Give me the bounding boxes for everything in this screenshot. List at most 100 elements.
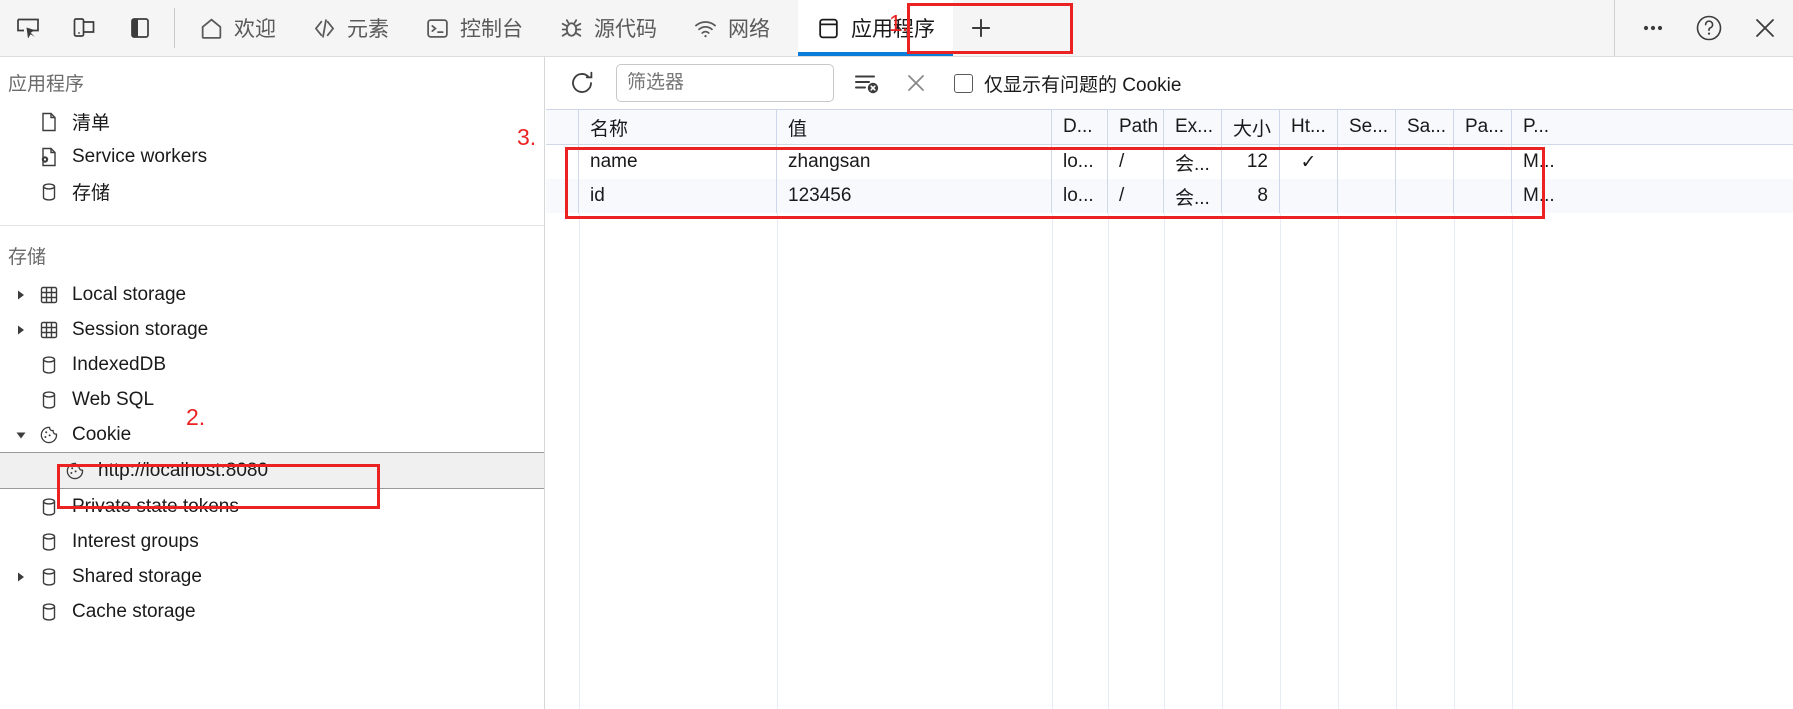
tab-elements[interactable]: 元素 bbox=[294, 0, 407, 56]
code-icon bbox=[312, 16, 337, 41]
column-header-domain[interactable]: D... bbox=[1052, 110, 1108, 144]
tab-console-label: 控制台 bbox=[460, 18, 523, 41]
cell-domain: lo... bbox=[1052, 179, 1108, 213]
device-emulation-icon[interactable] bbox=[56, 0, 112, 56]
table-grid-icon bbox=[34, 284, 64, 306]
cookie-icon bbox=[60, 460, 90, 482]
wifi-icon bbox=[693, 16, 718, 41]
only-problem-cookies-checkbox-wrap[interactable]: 仅显示有问题的 Cookie bbox=[954, 70, 1181, 97]
sidebar-item-private-state-tokens[interactable]: Private state tokens bbox=[0, 489, 544, 524]
tab-welcome[interactable]: 欢迎 bbox=[181, 0, 294, 56]
cell-value: zhangsan bbox=[777, 145, 1052, 179]
column-header-size[interactable]: 大小 bbox=[1222, 110, 1280, 144]
sidebar-item-label-interest-groups: Interest groups bbox=[72, 530, 199, 552]
cell-path: / bbox=[1108, 179, 1164, 213]
close-icon[interactable] bbox=[1737, 0, 1793, 56]
cell-name: name bbox=[579, 145, 777, 179]
sidebar-item-web-sql[interactable]: Web SQL bbox=[0, 382, 544, 417]
sidebar-item-label-manifest: 清单 bbox=[72, 113, 111, 134]
tab-welcome-label: 欢迎 bbox=[234, 18, 276, 41]
cell-size: 8 bbox=[1222, 179, 1280, 213]
grid-line bbox=[1164, 213, 1165, 709]
delete-cookie-icon[interactable] bbox=[898, 65, 934, 101]
storage-cylinder-icon bbox=[34, 354, 64, 376]
tab-application[interactable]: 应用程序 bbox=[798, 0, 953, 56]
sidebar-item-service-workers[interactable]: Service workers bbox=[0, 139, 544, 174]
sidebar-item-cache-storage[interactable]: Cache storage bbox=[0, 594, 544, 629]
add-panel-button[interactable] bbox=[953, 0, 1009, 56]
sidebar-item-label-storage: 存储 bbox=[72, 183, 111, 204]
tab-network-label: 网络 bbox=[728, 18, 770, 41]
sidebar-item-interest-groups[interactable]: Interest groups bbox=[0, 524, 544, 559]
column-header-partition[interactable]: Pa... bbox=[1454, 110, 1512, 144]
column-header-path[interactable]: Path bbox=[1108, 110, 1164, 144]
tab-sources[interactable]: 源代码 bbox=[541, 0, 675, 56]
home-icon bbox=[199, 16, 224, 41]
row-gutter bbox=[546, 110, 579, 144]
storage-cylinder-icon bbox=[34, 566, 64, 588]
cell-priority: M... bbox=[1523, 185, 1555, 206]
sidebar-item-manifest[interactable]: 清单 bbox=[0, 104, 544, 139]
cell-size: 12 bbox=[1222, 145, 1280, 179]
only-problem-cookies-label: 仅显示有问题的 Cookie bbox=[984, 74, 1182, 96]
tab-elements-label: 元素 bbox=[347, 18, 389, 41]
sidebar-item-storage[interactable]: 存储 bbox=[0, 174, 544, 209]
grid-line bbox=[777, 213, 778, 709]
cell-samesite bbox=[1396, 145, 1454, 179]
row-gutter bbox=[546, 145, 579, 179]
sidebar-item-cookie-origin[interactable]: http://localhost:8080 bbox=[0, 452, 544, 489]
refresh-icon[interactable] bbox=[562, 63, 602, 103]
sidebar-item-session-storage[interactable]: Session storage bbox=[0, 312, 544, 347]
chevron-right-icon[interactable] bbox=[8, 571, 34, 583]
grid-line bbox=[579, 213, 580, 709]
chevron-right-icon[interactable] bbox=[8, 289, 34, 301]
inspect-element-icon[interactable] bbox=[0, 0, 56, 56]
storage-cylinder-icon bbox=[34, 389, 64, 411]
cookie-icon bbox=[34, 424, 64, 446]
cell-secure bbox=[1338, 145, 1396, 179]
sidebar-item-indexeddb[interactable]: IndexedDB bbox=[0, 347, 544, 382]
manifest-file-icon bbox=[34, 111, 64, 133]
app-panel-icon bbox=[816, 16, 841, 41]
cookie-table: 名称 值 D... Path Ex... 大小 Ht... Se... Sa..… bbox=[546, 109, 1793, 213]
cell-priority: M... bbox=[1523, 151, 1555, 172]
sidebar-item-label-cache-storage: Cache storage bbox=[72, 600, 196, 622]
clear-all-cookies-icon[interactable] bbox=[848, 65, 884, 101]
grid-line bbox=[1338, 213, 1339, 709]
devtools-window: 欢迎 元素 控制台 源代码 网络 1. 应用程序 应用程序 清单 Service… bbox=[0, 0, 1793, 709]
cell-name: id bbox=[579, 179, 777, 213]
chevron-down-icon[interactable] bbox=[8, 429, 34, 441]
dock-side-icon[interactable] bbox=[112, 0, 168, 56]
sidebar-item-local-storage[interactable]: Local storage bbox=[0, 277, 544, 312]
cell-secure bbox=[1338, 179, 1396, 213]
cell-httponly: ✓ bbox=[1280, 145, 1338, 179]
sidebar-item-label-cookie-origin: http://localhost:8080 bbox=[98, 459, 269, 481]
chevron-right-icon[interactable] bbox=[8, 324, 34, 336]
sidebar-item-shared-storage[interactable]: Shared storage bbox=[0, 559, 544, 594]
only-problem-cookies-checkbox[interactable] bbox=[954, 73, 973, 93]
column-header-name[interactable]: 名称 bbox=[579, 110, 777, 144]
cell-httponly bbox=[1280, 179, 1338, 213]
tab-console[interactable]: 控制台 bbox=[407, 0, 541, 56]
storage-cylinder-icon bbox=[34, 496, 64, 518]
filter-input[interactable] bbox=[616, 64, 834, 102]
cookie-table-header: 名称 值 D... Path Ex... 大小 Ht... Se... Sa..… bbox=[546, 110, 1793, 145]
column-header-httponly[interactable]: Ht... bbox=[1280, 110, 1338, 144]
column-header-expires[interactable]: Ex... bbox=[1164, 110, 1222, 144]
more-options-icon[interactable] bbox=[1625, 0, 1681, 56]
row-gutter bbox=[546, 179, 579, 213]
help-icon[interactable] bbox=[1681, 0, 1737, 56]
table-row[interactable]: id 123456 lo... / 会... 8 M... bbox=[546, 179, 1793, 213]
table-row[interactable]: name zhangsan lo... / 会... 12 ✓ M... bbox=[546, 145, 1793, 179]
cell-expires: 会... bbox=[1164, 179, 1222, 213]
column-header-samesite[interactable]: Sa... bbox=[1396, 110, 1454, 144]
tab-network[interactable]: 网络 bbox=[675, 0, 788, 56]
grid-line bbox=[1454, 213, 1455, 709]
column-header-priority[interactable]: P... bbox=[1512, 110, 1586, 144]
cell-partition bbox=[1454, 179, 1512, 213]
column-header-secure[interactable]: Se... bbox=[1338, 110, 1396, 144]
column-header-value[interactable]: 值 bbox=[777, 110, 1052, 144]
sidebar-item-cookie[interactable]: Cookie bbox=[0, 417, 544, 452]
sidebar-item-label-cookie: Cookie bbox=[72, 423, 132, 445]
tab-sources-label: 源代码 bbox=[594, 18, 657, 41]
